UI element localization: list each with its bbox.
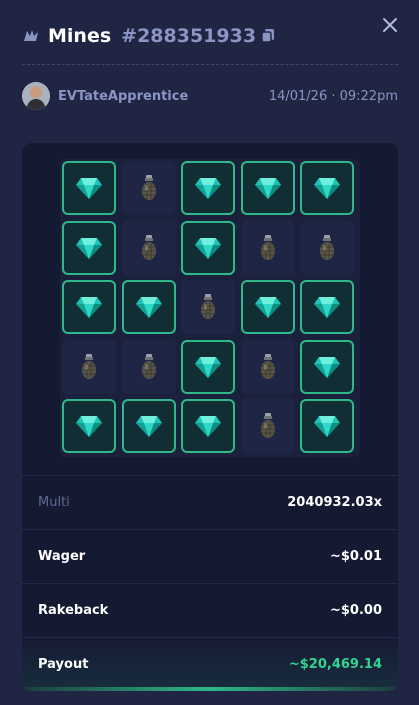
close-icon bbox=[382, 17, 398, 37]
wager-value: ~$0.01 bbox=[329, 549, 382, 564]
multi-row: Multi 2040932.03x bbox=[22, 475, 398, 529]
timestamp: 14/01/26 · 09:22pm bbox=[268, 88, 398, 104]
gem-icon bbox=[313, 414, 341, 438]
bet-details-card: Multi 2040932.03x Wager ~$0.01 Rakeback … bbox=[22, 143, 398, 691]
gem-tile bbox=[181, 399, 235, 453]
gem-icon bbox=[194, 236, 222, 260]
multi-value: 2040932.03x bbox=[287, 495, 382, 510]
gem-tile bbox=[181, 339, 235, 394]
gem-tile bbox=[181, 161, 235, 215]
mine-tile bbox=[181, 280, 235, 334]
mine-icon bbox=[140, 353, 158, 380]
gem-tile bbox=[62, 399, 116, 453]
payout-label: Payout bbox=[38, 657, 89, 672]
mine-tile bbox=[300, 220, 354, 275]
gem-icon bbox=[254, 295, 282, 319]
copy-icon[interactable] bbox=[260, 27, 278, 45]
mine-icon bbox=[318, 234, 336, 261]
mine-icon bbox=[259, 413, 277, 439]
mines-board bbox=[60, 159, 360, 457]
gem-tile bbox=[121, 399, 176, 453]
bet-id: #288351933 bbox=[121, 25, 257, 47]
username[interactable]: EVTateApprentice bbox=[58, 89, 188, 104]
wager-row: Wager ~$0.01 bbox=[22, 529, 398, 583]
gem-icon bbox=[135, 414, 163, 438]
gem-tile bbox=[121, 280, 176, 334]
gem-icon bbox=[254, 176, 282, 200]
gem-icon bbox=[75, 176, 103, 200]
gem-tile bbox=[181, 220, 235, 275]
gem-icon bbox=[135, 295, 163, 319]
mine-icon bbox=[80, 353, 98, 380]
mine-icon bbox=[199, 294, 217, 320]
gem-icon bbox=[75, 295, 103, 319]
mine-tile bbox=[121, 161, 176, 215]
user-row: EVTateApprentice 14/01/26 · 09:22pm bbox=[22, 82, 398, 110]
gem-tile bbox=[300, 399, 354, 453]
gem-tile bbox=[240, 161, 295, 215]
gem-icon bbox=[194, 176, 222, 200]
gem-icon bbox=[194, 355, 222, 379]
gem-icon bbox=[313, 355, 341, 379]
gem-tile bbox=[300, 161, 354, 215]
mine-tile bbox=[62, 339, 116, 394]
mine-tile bbox=[240, 399, 295, 453]
mine-tile bbox=[240, 220, 295, 275]
gem-icon bbox=[75, 236, 103, 260]
payout-row: Payout ~$20,469.14 bbox=[22, 637, 398, 691]
gem-icon bbox=[75, 414, 103, 438]
game-title: Mines bbox=[48, 25, 112, 47]
mine-icon bbox=[140, 175, 158, 201]
rakeback-row: Rakeback ~$0.00 bbox=[22, 583, 398, 637]
gem-tile bbox=[62, 280, 116, 334]
rakeback-label: Rakeback bbox=[38, 603, 109, 618]
gem-tile bbox=[62, 220, 116, 275]
mine-icon bbox=[259, 234, 277, 261]
wager-label: Wager bbox=[38, 549, 86, 564]
gem-icon bbox=[313, 295, 341, 319]
mine-icon bbox=[140, 234, 158, 261]
multi-label: Multi bbox=[38, 495, 70, 510]
gem-tile bbox=[300, 339, 354, 394]
gem-icon bbox=[313, 176, 341, 200]
mines-game-icon bbox=[22, 27, 40, 45]
gem-tile bbox=[62, 161, 116, 215]
payout-accent-bar bbox=[22, 687, 398, 691]
rakeback-value: ~$0.00 bbox=[329, 603, 382, 618]
gem-tile bbox=[240, 280, 295, 334]
gem-icon bbox=[194, 414, 222, 438]
mine-tile bbox=[240, 339, 295, 394]
mine-tile bbox=[121, 339, 176, 394]
header-divider bbox=[22, 64, 398, 65]
close-button[interactable] bbox=[379, 16, 401, 38]
payout-value: ~$20,469.14 bbox=[288, 657, 382, 672]
mine-tile bbox=[121, 220, 176, 275]
avatar[interactable] bbox=[22, 82, 50, 110]
gem-tile bbox=[300, 280, 354, 334]
mine-icon bbox=[259, 353, 277, 380]
modal-header: Mines #288351933 bbox=[22, 22, 402, 50]
